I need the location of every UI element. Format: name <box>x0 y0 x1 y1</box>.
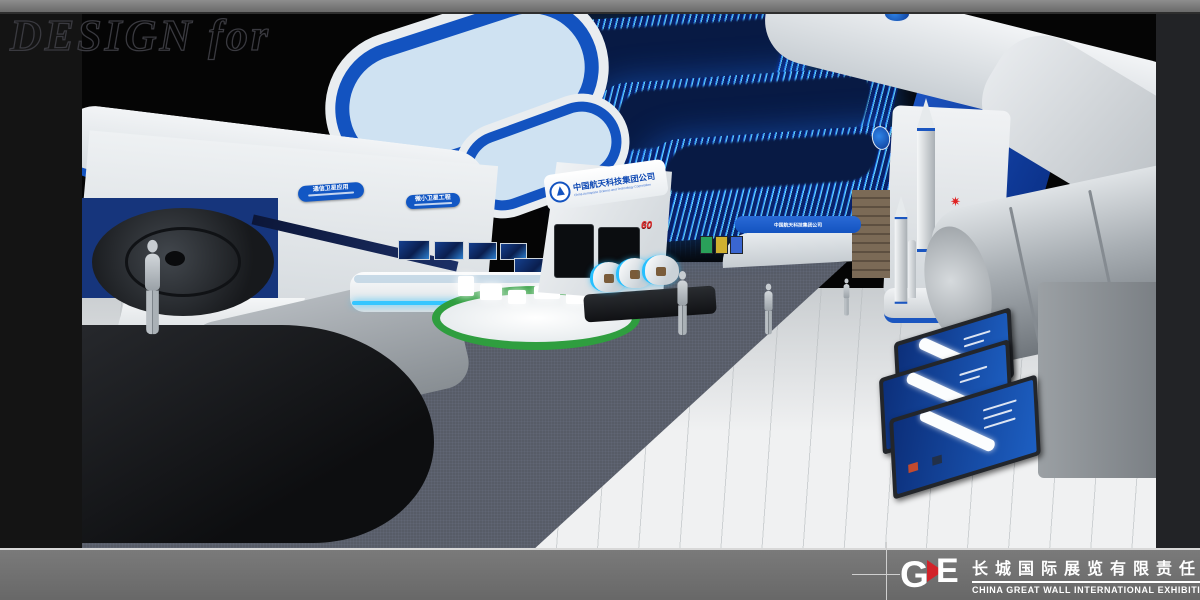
wall-display-screen <box>468 242 497 260</box>
footer-bar: G E 长城国际展览有限责任公司 CHINA GREAT WALL INTERN… <box>0 548 1200 600</box>
mannequin-visitor <box>844 279 850 316</box>
distant-screen-blue <box>730 236 743 254</box>
rocket-body <box>895 217 908 304</box>
casc-logo-icon <box>548 180 572 204</box>
module-seam <box>1009 206 1041 344</box>
brick-column <box>852 190 890 278</box>
led-tier-top-face <box>660 132 883 194</box>
satellite-aperture <box>165 251 185 266</box>
rocket-nose-cone <box>917 98 935 128</box>
company-name-en: CHINA GREAT WALL INTERNATIONAL EXHIBITIO… <box>972 585 1200 595</box>
mannequin-visitor <box>764 284 772 335</box>
gwe-logo-block: G E 长城国际展览有限责任公司 CHINA GREAT WALL INTERN… <box>900 554 1200 596</box>
distant-screen-green <box>700 236 713 254</box>
mannequin-visitor <box>677 271 687 335</box>
vr-pod-seat <box>604 274 614 283</box>
poster-text-line <box>960 376 980 384</box>
distant-media-screens <box>700 236 743 254</box>
mannequin-visitor <box>145 240 160 334</box>
casc-arrow-glyph <box>555 186 564 196</box>
satellite-model <box>92 208 274 316</box>
vr-pod-seat <box>630 270 640 279</box>
poster-rocket-streak <box>918 408 997 452</box>
footer-guide-vline <box>886 542 887 600</box>
poster-thumbnail <box>908 462 918 473</box>
poster-text-line <box>960 365 987 375</box>
poster-text-line <box>983 399 1017 411</box>
right-frame-band <box>1156 12 1200 548</box>
gwe-logo-icon: G E <box>900 554 964 596</box>
vr-pod <box>642 255 679 285</box>
rocket-nose-cone <box>895 196 908 217</box>
rocket-model-small <box>892 196 910 280</box>
glowing-model-building <box>508 290 526 304</box>
poster-text-line <box>964 330 990 340</box>
poster-text-line <box>984 417 1015 428</box>
pill-sign-microsatellite: 微小卫星工程 <box>406 193 461 210</box>
gray-pillar <box>1038 282 1166 478</box>
distant-screen-yellow <box>715 236 728 254</box>
black-round-stage <box>82 325 434 543</box>
gwe-logo-e: E <box>936 552 959 590</box>
design-watermark: DESIGN for <box>10 10 271 61</box>
distant-casc-sign-label: 中国航天科技集团公司 <box>774 221 822 228</box>
left-frame-band <box>0 12 82 548</box>
kiosk-screen <box>554 224 594 278</box>
exhibition-render: 通信卫星应用 微小卫星工程 中国航天科技集团公司 China Aerospace… <box>0 0 1200 600</box>
wall-display-screen <box>398 240 430 260</box>
wall-display-screen <box>434 241 464 260</box>
glowing-model-building <box>458 276 474 296</box>
poster-thumbnail <box>932 454 942 465</box>
footer-guide-hline <box>852 574 900 575</box>
company-name-cn: 长城国际展览有限责任公司 <box>972 555 1200 583</box>
distant-casc-sign: 中国航天科技集团公司 <box>735 216 861 233</box>
glowing-model-building <box>480 284 502 300</box>
gwe-logo-g: G <box>900 556 929 594</box>
anniversary-60-logo: 60 <box>641 220 652 231</box>
vr-pod-seat <box>656 267 666 276</box>
